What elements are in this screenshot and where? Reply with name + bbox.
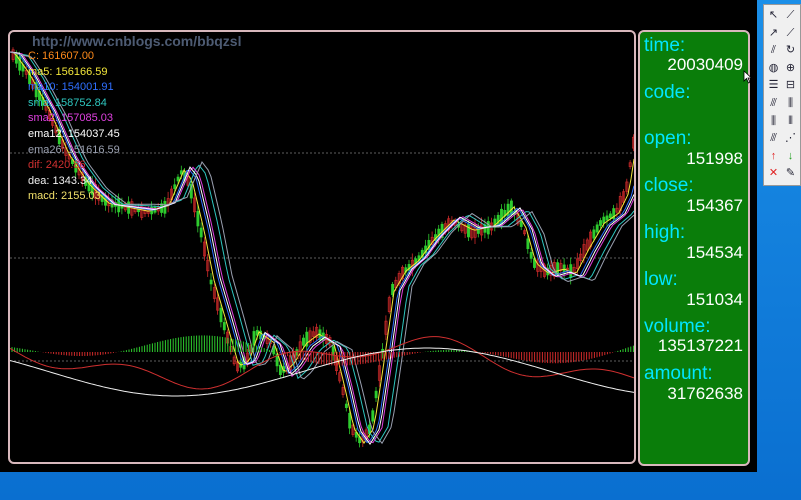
legend-dif: dif: 2420.86 bbox=[28, 159, 86, 172]
candle-body bbox=[529, 251, 533, 259]
legend-ma10: ma10: 154001.91 bbox=[28, 81, 114, 94]
candle-body bbox=[562, 264, 566, 273]
close-value: 154367 bbox=[686, 196, 743, 215]
fib-tool-icon[interactable]: ⊕ bbox=[783, 61, 798, 76]
low-value: 151034 bbox=[686, 290, 743, 309]
candle-body bbox=[467, 224, 470, 238]
circle-tool-icon[interactable]: ◍ bbox=[766, 61, 781, 76]
kline-app-window: http://www.cnblogs.com/bbqzsl C: 161607.… bbox=[0, 0, 757, 472]
fan-tool-icon[interactable]: ⫻ bbox=[766, 96, 781, 111]
arc-tool-icon[interactable]: ↻ bbox=[783, 43, 798, 58]
indicator-legend: C: 161607.00 ma5: 156166.59 ma10: 154001.9… bbox=[28, 49, 120, 205]
candle-body bbox=[556, 262, 560, 275]
candle-body bbox=[344, 403, 348, 409]
candle-body bbox=[374, 390, 378, 399]
price-chart-panel[interactable]: http://www.cnblogs.com/bbqzsl C: 161607.… bbox=[8, 30, 636, 464]
cycle-lines-icon[interactable]: ⦀ bbox=[783, 114, 798, 129]
volume-value: 135137221 bbox=[657, 336, 743, 355]
candle-body bbox=[199, 227, 203, 238]
candle-body bbox=[176, 176, 180, 182]
legend-ma5: ma5: 156166.59 bbox=[28, 65, 108, 78]
candle-body bbox=[302, 337, 305, 346]
volume-label: volume: bbox=[644, 316, 711, 337]
legend-ema26: ema26: 151616.59 bbox=[28, 143, 120, 156]
candle-body bbox=[173, 184, 177, 190]
candle-body bbox=[599, 220, 602, 226]
watermark-url: http://www.cnblogs.com/bbqzsl bbox=[32, 33, 242, 49]
mouse-cursor-icon bbox=[743, 70, 753, 84]
code-label: code: bbox=[644, 82, 691, 103]
candle-body bbox=[196, 211, 200, 227]
high-label: high: bbox=[644, 222, 686, 243]
candle-body bbox=[519, 221, 523, 227]
regression-tool-icon[interactable]: ⋰ bbox=[783, 131, 798, 146]
candle-body bbox=[526, 238, 530, 250]
gann-tool-icon[interactable]: ⫼ bbox=[783, 96, 798, 111]
price-level-icon[interactable]: ☰ bbox=[766, 78, 781, 93]
candle-body bbox=[222, 322, 226, 331]
open-value: 151998 bbox=[686, 149, 743, 168]
legend-dea: dea: 1343.34 bbox=[28, 174, 93, 187]
channel-tool-icon[interactable]: ⊟ bbox=[783, 78, 798, 93]
amount-label: amount: bbox=[644, 363, 713, 384]
close-label: close: bbox=[644, 175, 694, 196]
angle-fan-icon[interactable]: ⫻ bbox=[766, 131, 781, 146]
high-value: 154534 bbox=[686, 243, 743, 262]
candle-body bbox=[219, 307, 223, 323]
candle-body bbox=[605, 215, 609, 221]
line-tool-icon[interactable]: ⟋ bbox=[783, 8, 798, 23]
delete-icon[interactable]: ✕ bbox=[766, 166, 781, 181]
parallel-lines-icon[interactable]: ⫽ bbox=[766, 43, 781, 58]
candle-body bbox=[602, 216, 606, 224]
amount-value: 31762638 bbox=[667, 384, 743, 403]
open-label: open: bbox=[644, 128, 692, 149]
cursor-arrow-icon[interactable]: ↖ bbox=[766, 8, 781, 23]
candle-body bbox=[595, 224, 599, 233]
quote-info-panel: time: 20030409 code: open: 151998 close:… bbox=[638, 30, 753, 466]
legend-c: C: 161607.00 bbox=[28, 50, 95, 62]
candle-body bbox=[608, 213, 612, 219]
candle-body bbox=[592, 229, 596, 239]
drawing-toolbar: ↖ ⟋ ↗ ⟋ ⫽ ↻ ◍ ⊕ ☰ ⊟ ⫻ ⫼ ⫼ ⦀ ⫻ ⋰ ↑ ↓ ✕ ✎ bbox=[763, 4, 801, 186]
low-label: low: bbox=[644, 269, 678, 290]
time-value: 20030409 bbox=[667, 55, 743, 74]
time-label: time: bbox=[644, 35, 686, 56]
candle-body bbox=[348, 412, 352, 429]
legend-sma2: sma2: 157085.03 bbox=[28, 112, 114, 125]
legend-sma: sma: 158752.84 bbox=[28, 96, 107, 109]
candle-body bbox=[209, 279, 213, 285]
speed-lines-icon[interactable]: ⫼ bbox=[766, 114, 781, 129]
dif-line bbox=[10, 336, 634, 390]
ray-tool-icon[interactable]: ↗ bbox=[766, 26, 781, 41]
up-arrow-icon[interactable]: ↑ bbox=[766, 149, 781, 164]
candle-body bbox=[278, 364, 282, 375]
candle-body bbox=[371, 410, 375, 422]
legend-ema12: ema12: 154037.45 bbox=[28, 127, 120, 140]
down-arrow-icon[interactable]: ↓ bbox=[783, 149, 798, 164]
color-picker-icon[interactable]: ✎ bbox=[783, 166, 798, 181]
legend-macd: macd: 2155.03 bbox=[28, 190, 101, 203]
segment-tool-icon[interactable]: ⟋ bbox=[783, 26, 798, 41]
